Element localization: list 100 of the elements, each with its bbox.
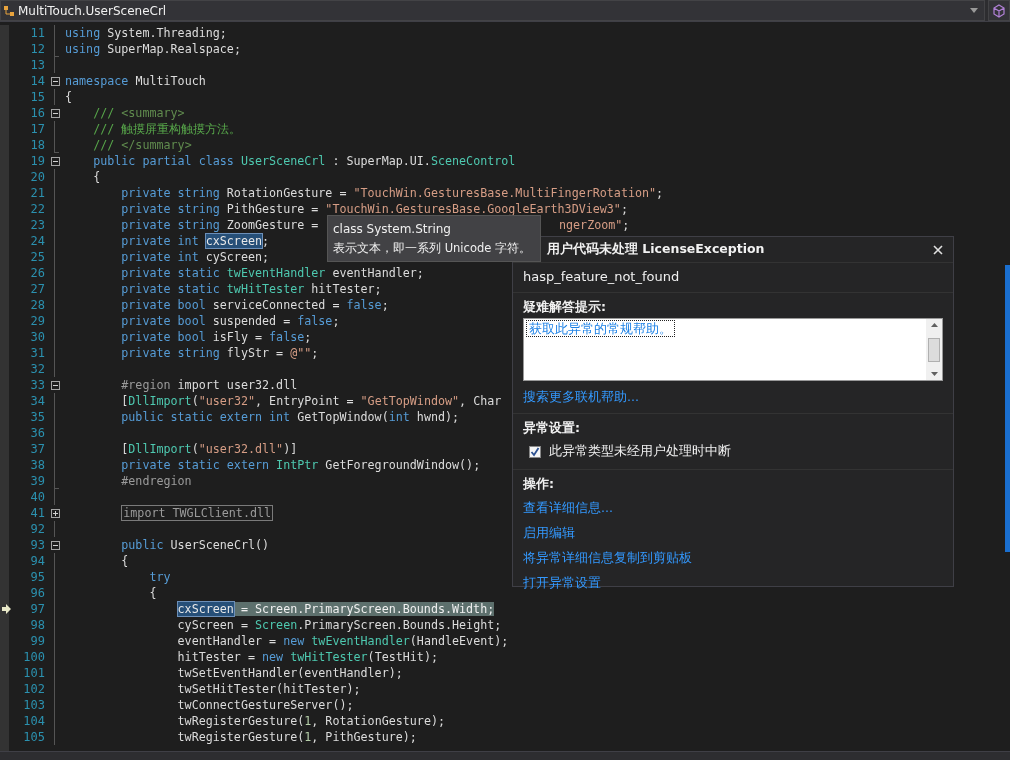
code-line: cyScreen = Screen.PrimaryScreen.Bounds.Height; [177,617,502,633]
line-number: 29 [29,314,45,328]
scrollbar[interactable] [926,319,942,380]
line-number: 34 [29,394,45,408]
line-number: 105 [22,730,45,744]
line-number: 39 [29,474,45,488]
code-line: twSetHitTester(hitTester); [177,681,361,697]
line-number: 22 [29,202,45,216]
line-number: 35 [29,410,45,424]
cube-icon [992,3,1006,18]
line-number: 11 [29,26,45,40]
class-icon [3,4,15,17]
line-number: 17 [29,122,45,136]
line-number: 27 [29,282,45,296]
code-line: twConnectGestureServer(); [177,697,354,713]
code-line: twRegisterGesture(1, RotationGesture); [177,713,445,729]
code-line: private int cyScreen; [121,249,270,265]
code-line: hitTester = new twHitTester(TestHit); [177,649,438,665]
code-line: ngerZoom"; [559,217,630,233]
line-number: 26 [29,266,45,280]
line-number: 95 [29,570,45,584]
code-line: using System.Threading; [65,25,227,41]
checkbox-label: 此异常类型未经用户处理时中断 [549,443,731,460]
line-number: 92 [29,522,45,536]
line-number: 41 [29,506,45,520]
close-icon[interactable] [933,244,943,255]
line-number: 102 [22,682,45,696]
collapse-icon[interactable] [50,540,60,550]
help-link[interactable]: 获取此异常的常规帮助。 [526,320,675,337]
type-description: 表示文本，即一系列 Unicode 字符。 [333,240,532,257]
code-line: { [65,89,73,105]
collapse-icon[interactable] [50,108,60,118]
code-line: private string ZoomGesture = [121,217,319,233]
line-number: 100 [22,650,45,664]
line-number: 99 [29,634,45,648]
line-number: 16 [29,106,45,120]
code-line: { [149,585,157,601]
line-number: 19 [29,154,45,168]
collapse-icon[interactable] [50,380,60,390]
code-line: /// <summary> [93,105,185,121]
line-number: 25 [29,250,45,264]
type-signature: class System.String [333,221,452,238]
line-number: 96 [29,586,45,600]
line-number: 94 [29,554,45,568]
scroll-down-icon[interactable] [930,372,938,376]
line-number: 23 [29,218,45,232]
line-number: 33 [29,378,45,392]
line-number: 21 [29,186,45,200]
action-link[interactable]: 将异常详细信息复制到剪贴板 [523,545,692,570]
line-number: 20 [29,170,45,184]
line-number: 97 [29,602,45,616]
collapse-icon[interactable] [50,76,60,86]
expand-icon[interactable] [50,508,60,518]
line-number: 30 [29,330,45,344]
collapse-icon[interactable] [50,156,60,166]
scroll-up-icon[interactable] [930,323,938,327]
code-line: { [121,553,129,569]
code-line: #region import user32.dll [121,377,298,393]
code-line: cxScreen = Screen.PrimaryScreen.Bounds.Width; [177,601,495,617]
code-line: [DllImport("user32.dll")] [121,441,298,457]
cube-button[interactable] [988,0,1010,21]
code-line: private string PithGesture = "TouchWin.GesturesBase.GoogleEarth3DView3"; [121,201,628,217]
code-line: private bool serviceConnected = false; [121,297,389,313]
code-line: { [93,169,101,185]
member-dropdown[interactable]: MultiTouch.UserSceneCrl [0,0,985,21]
code-line: twSetEventHandler(eventHandler); [177,665,403,681]
line-number: 18 [29,138,45,152]
tips-list[interactable]: 获取此异常的常规帮助。 [523,318,943,381]
section-heading: 异常设置: [523,420,580,437]
checkbox[interactable] [529,445,541,458]
code-line: /// </summary> [93,137,192,153]
code-line: private bool suspended = false; [121,313,340,329]
code-line: public partial class UserSceneCrl : SuperMap.UI.SceneControl [93,153,516,169]
code-line: private static extern IntPtr GetForegroundWindow(); [121,457,481,473]
line-number: 28 [29,298,45,312]
line-number: 101 [22,666,45,680]
line-number: 12 [29,42,45,56]
line-number: 38 [29,458,45,472]
exception-message: hasp_feature_not_found [513,263,953,293]
action-link[interactable]: 查看详细信息... [523,495,613,520]
line-number: 32 [29,362,45,376]
action-link[interactable]: 打开异常设置 [523,570,601,595]
line-number: 37 [29,442,45,456]
search-help-link[interactable]: 搜索更多联机帮助... [523,389,639,406]
exception-title: 用户代码未处理 LicenseException [547,241,766,258]
code-line: try [149,569,171,585]
code-line: public UserSceneCrl() [121,537,270,553]
line-number: 98 [29,618,45,632]
line-number: 31 [29,346,45,360]
code-line: public static extern int GetTopWindow(int hwnd); [121,409,460,425]
line-number: 103 [22,698,45,712]
code-line: eventHandler = new twEventHandler(HandleEvent); [177,633,509,649]
code-line: /// 触摸屏重构触摸方法。 [93,121,242,137]
line-number: 15 [29,90,45,104]
line-number: 13 [29,58,45,72]
code-line: private string flyStr = @""; [121,345,319,361]
code-line: [DllImport("user32", EntryPoint = "GetTopWindow", Char [121,393,502,409]
code-line: private int cxScreen; [121,233,270,249]
code-line: #endregion [121,473,192,489]
action-link[interactable]: 启用编辑 [523,520,575,545]
